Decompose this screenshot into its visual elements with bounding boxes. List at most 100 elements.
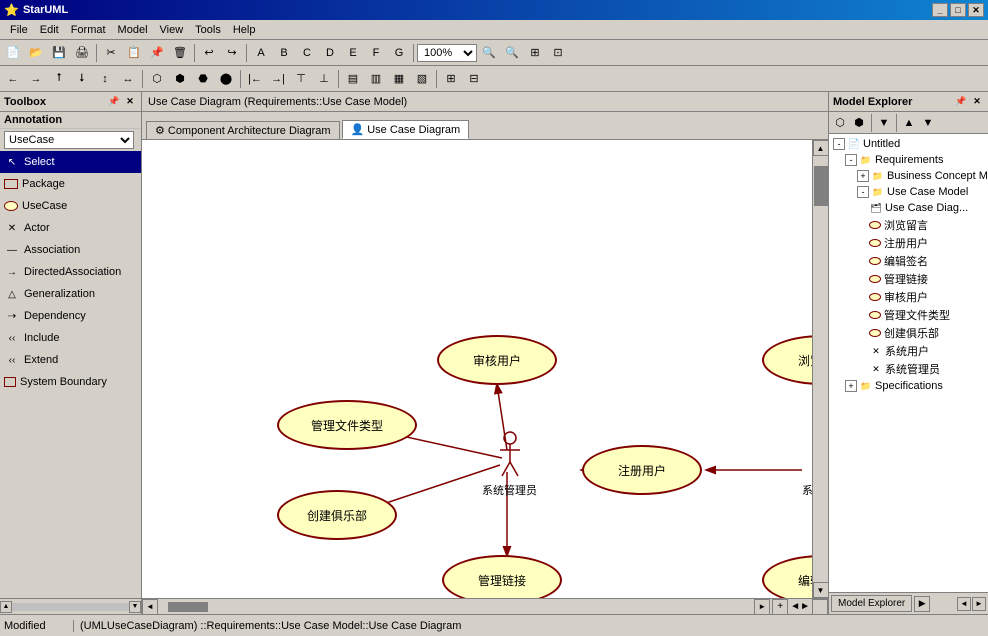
usecase-zhuceyonghu[interactable]: 注册用户 [582,445,702,495]
tree-expand-specifications[interactable]: + [845,380,857,392]
tb2-btn-12[interactable]: →| [267,68,289,90]
tb2-btn-11[interactable]: |← [244,68,266,90]
tb2-btn-3[interactable]: ⭡ [48,68,70,90]
usecase-bianjiqianming[interactable]: 编辑签名 [762,555,812,598]
tree-item-use-case-diag[interactable]: 🗂 Use Case Diag... [831,200,986,216]
tb2-btn-1[interactable]: ← [2,68,24,90]
toolbox-item-usecase[interactable]: UseCase [0,195,141,217]
usecase-shenheyonghu[interactable]: 审核用户 [437,335,557,385]
me-up-button[interactable]: ▲ [900,114,918,132]
me-hscroll-left[interactable]: ◄ [957,597,971,611]
tb2-btn-9[interactable]: ⬣ [192,68,214,90]
me-close-button[interactable]: ✕ [970,95,984,109]
toolbox-scroll-down[interactable]: ▼ [129,601,141,613]
tree-item-liulanliuyan[interactable]: 浏览留言 [831,216,986,234]
tb2-btn-8[interactable]: ⬢ [169,68,191,90]
tree-item-zhuceyonghu[interactable]: 注册用户 [831,234,986,252]
tb2-btn-7[interactable]: ⬡ [146,68,168,90]
cut-button[interactable]: ✂ [100,42,122,64]
toolbox-item-dependency[interactable]: ⇢ Dependency [0,305,141,327]
tab-use-case[interactable]: 👤 Use Case Diagram [342,120,470,139]
copy-button[interactable]: 📋 [123,42,145,64]
tree-item-bianjiqianming[interactable]: 编辑签名 [831,252,986,270]
toolbox-scroll-up[interactable]: ▲ [0,601,12,613]
tb-btn-b[interactable]: B [273,42,295,64]
tb2-btn-18[interactable]: ▧ [411,68,433,90]
toolbox-usecase-combo[interactable]: UseCase [4,131,134,149]
toolbox-item-include[interactable]: ‹‹ Include [0,327,141,349]
menu-format[interactable]: Format [65,22,112,38]
toolbox-item-association[interactable]: — Association [0,239,141,261]
delete-button[interactable]: 🗑 [169,42,191,64]
tb-btn-e[interactable]: E [342,42,364,64]
tb2-btn-10[interactable]: ⬤ [215,68,237,90]
toolbox-item-directed-association[interactable]: → DirectedAssociation [0,261,141,283]
tb2-btn-13[interactable]: ⊤ [290,68,312,90]
zoom-out-button[interactable]: 🔍 [501,42,523,64]
tree-expand-untitled[interactable]: - [833,138,845,150]
menu-file[interactable]: File [4,22,34,38]
menu-help[interactable]: Help [227,22,262,38]
minimize-button[interactable]: _ [932,3,948,17]
add-diagram-button[interactable]: + [772,599,788,615]
zoom-combo[interactable]: 100% 75% 150% [417,44,477,62]
me-down-button[interactable]: ▼ [919,114,937,132]
tree-expand-requirements[interactable]: - [845,154,857,166]
tb-btn-d[interactable]: D [319,42,341,64]
tree-item-use-case-model[interactable]: - 📁 Use Case Model [831,184,986,200]
menu-edit[interactable]: Edit [34,22,65,38]
vscroll-track[interactable] [813,156,829,582]
new-button[interactable]: 📄 [2,42,24,64]
tree-item-guanlilianjie[interactable]: 管理链接 [831,270,986,288]
tree-item-shenheyonghu[interactable]: 审核用户 [831,288,986,306]
me-pin-button[interactable]: 📌 [954,95,968,109]
undo-button[interactable]: ↩ [198,42,220,64]
usecase-chuangjianclub[interactable]: 创建俱乐部 [277,490,397,540]
close-button[interactable]: ✕ [968,3,984,17]
tree-item-xitongguanliyuan[interactable]: ✕ 系统管理员 [831,360,986,378]
tree-item-guanlwjlx[interactable]: 管理文件类型 [831,306,986,324]
usecase-guanlilianjie[interactable]: 管理链接 [442,555,562,598]
me-expand-btn[interactable]: ▶ [914,596,930,612]
diagram-nav-icon[interactable]: ◄► [788,601,812,612]
me-sort-button[interactable]: ⬡ [831,114,849,132]
me-filter-button[interactable]: ▼ [875,114,893,132]
tree-item-requirements[interactable]: - 📁 Requirements [831,152,986,168]
toolbox-item-select[interactable]: ↖ Select [0,151,141,173]
usecase-liulanliuyan[interactable]: 浏览留言 [762,335,812,385]
tb2-btn-5[interactable]: ↕ [94,68,116,90]
tree-expand-business-concept[interactable]: + [857,170,869,182]
maximize-button[interactable]: □ [950,3,966,17]
toolbox-close-button[interactable]: ✕ [123,95,137,109]
tree-item-specifications[interactable]: + 📁 Specifications [831,378,986,394]
redo-button[interactable]: ↪ [221,42,243,64]
tb2-btn-6[interactable]: ↔ [117,68,139,90]
me-view-button[interactable]: ⬢ [850,114,868,132]
hscroll-right-button[interactable]: ► [754,599,770,615]
model-explorer-tab[interactable]: Model Explorer [831,595,912,612]
tb-btn-g[interactable]: G [388,42,410,64]
tree-item-business-concept[interactable]: + 📁 Business Concept M [831,168,986,184]
toolbox-item-actor[interactable]: ✕ Actor [0,217,141,239]
menu-tools[interactable]: Tools [189,22,227,38]
me-hscroll-right[interactable]: ► [972,597,986,611]
tb-btn-a[interactable]: A [250,42,272,64]
zoom-actual-button[interactable]: ⊡ [547,42,569,64]
tree-item-chuangjianclub[interactable]: 创建俱乐部 [831,324,986,342]
tb2-btn-16[interactable]: ▥ [365,68,387,90]
actor-xitongyonghu[interactable]: 系统用户 [802,430,812,498]
actor-xitongguanliyuan[interactable]: 系统管理员 [482,430,537,498]
tb2-btn-17[interactable]: ▦ [388,68,410,90]
usecase-guanlwjlx[interactable]: 管理文件类型 [277,400,417,450]
tb2-btn-19[interactable]: ⊞ [440,68,462,90]
hscroll-track[interactable] [158,599,754,615]
zoom-fit-button[interactable]: ⊞ [524,42,546,64]
paste-button[interactable]: 📌 [146,42,168,64]
menu-view[interactable]: View [154,22,190,38]
tb2-btn-20[interactable]: ⊟ [463,68,485,90]
tb2-btn-15[interactable]: ▤ [342,68,364,90]
tb2-btn-14[interactable]: ⊥ [313,68,335,90]
toolbox-item-generalization[interactable]: △ Generalization [0,283,141,305]
diagram-canvas[interactable]: 审核用户 浏览留言 管理文件类型 注册用户 [142,140,812,598]
zoom-in-button[interactable]: 🔍 [478,42,500,64]
